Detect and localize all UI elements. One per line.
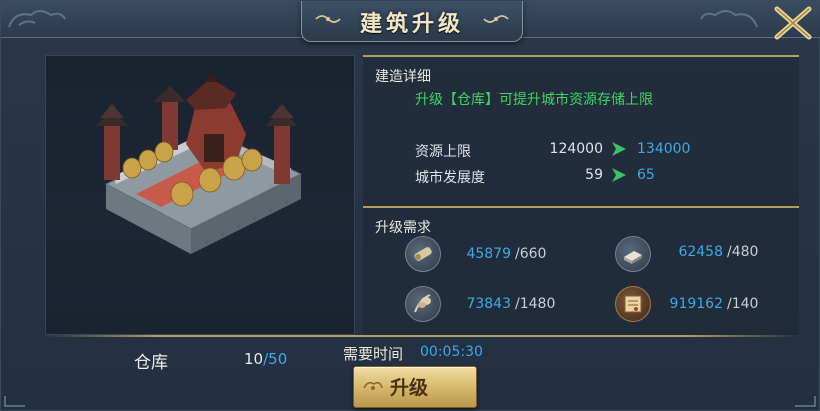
close-button[interactable] bbox=[771, 3, 815, 43]
grain-have: 73843 bbox=[466, 296, 511, 312]
cloud-ornament-icon bbox=[8, 10, 66, 28]
stat-current-value: 124000 bbox=[549, 141, 603, 157]
grain-need: /1480 bbox=[515, 296, 556, 312]
building-name: 仓库 bbox=[134, 353, 168, 373]
build-detail-panel: 建造详细 升级【仓库】可提升城市资源存储上限 资源上限 124000 13400… bbox=[363, 55, 799, 207]
stat-label: 资源上限 bbox=[415, 144, 471, 160]
iron-icon bbox=[615, 236, 651, 272]
corner-ornament-icon bbox=[795, 396, 816, 407]
building-max-level: /50 bbox=[263, 350, 288, 368]
grain-icon bbox=[405, 286, 441, 322]
title-scroll-ornament-icon bbox=[483, 15, 509, 23]
upgrade-description: 升级【仓库】可提升城市资源存储上限 bbox=[415, 92, 653, 108]
crossed-swords-icon bbox=[774, 6, 812, 40]
iron-have: 62458 bbox=[678, 244, 723, 260]
time-required-value: 00:05:30 bbox=[420, 344, 483, 360]
cloud-ornament-icon bbox=[363, 381, 383, 390]
warehouse-building-image bbox=[96, 72, 303, 254]
upgrade-dialog: 建筑升级 仓库 10/50 建造详细 升级【仓库】可提升城市资源存储上限 资源上… bbox=[0, 0, 820, 411]
cloud-ornament-icon bbox=[700, 10, 758, 28]
arrow-right-icon bbox=[612, 142, 626, 156]
wood-need: /660 bbox=[515, 246, 547, 262]
corner-ornament-icon bbox=[4, 396, 25, 407]
scroll-icon bbox=[615, 286, 651, 322]
requirements-section-title: 升级需求 bbox=[375, 220, 431, 236]
stat-label: 城市发展度 bbox=[415, 170, 485, 186]
upgrade-button-label: 升级 bbox=[390, 377, 429, 399]
arrow-right-icon bbox=[612, 168, 626, 182]
upgrade-requirements-panel: 升级需求 45879 /660 62458 /480 73843 /1480 9… bbox=[363, 206, 799, 335]
iron-need: /480 bbox=[727, 244, 759, 260]
wood-icon bbox=[405, 236, 441, 272]
title-bar: 建筑升级 bbox=[1, 1, 820, 42]
title-plate: 建筑升级 bbox=[301, 1, 523, 42]
stat-next-value: 65 bbox=[637, 167, 655, 183]
building-level: 10/50 bbox=[244, 350, 287, 368]
detail-section-title: 建造详细 bbox=[375, 69, 431, 85]
stat-next-value: 134000 bbox=[637, 141, 691, 157]
building-current-level: 10 bbox=[244, 350, 264, 368]
wood-have: 45879 bbox=[466, 246, 511, 262]
stat-current-value: 59 bbox=[585, 167, 603, 183]
time-required-label: 需要时间 bbox=[343, 345, 404, 363]
scroll-need: /140 bbox=[727, 296, 759, 312]
scroll-have: 919162 bbox=[669, 296, 723, 312]
upgrade-button[interactable]: 升级 bbox=[353, 366, 477, 408]
building-preview-panel: 仓库 10/50 bbox=[45, 55, 355, 373]
footer-divider bbox=[45, 335, 799, 337]
